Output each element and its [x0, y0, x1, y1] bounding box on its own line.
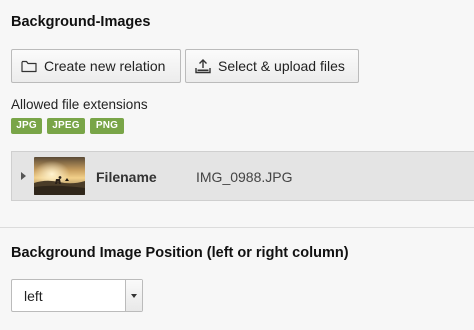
position-select[interactable]: left — [11, 279, 143, 312]
chevron-down-icon — [131, 293, 137, 298]
extension-badge-png: PNG — [90, 118, 124, 134]
image-position-section: Background Image Position (left or right… — [0, 228, 474, 330]
section-title: Background-Images — [11, 14, 151, 30]
position-select-toggle[interactable] — [125, 280, 142, 311]
file-thumbnail[interactable] — [34, 157, 85, 195]
position-section-title: Background Image Position (left or right… — [11, 245, 349, 261]
folder-icon — [20, 58, 38, 74]
filename-value: IMG_0988.JPG — [196, 169, 293, 185]
create-new-relation-button[interactable]: Create new relation — [11, 49, 181, 83]
background-images-section: Background-Images Create new relation Se… — [0, 0, 474, 228]
allowed-extensions-label: Allowed file extensions — [11, 97, 148, 112]
extension-badge-jpg: JPG — [11, 118, 42, 134]
extension-badges: JPG JPEG PNG — [11, 118, 124, 134]
extension-badge-jpeg: JPEG — [47, 118, 85, 134]
position-select-value: left — [24, 288, 43, 304]
caret-right-icon[interactable] — [21, 172, 26, 180]
create-new-relation-label: Create new relation — [44, 58, 166, 74]
select-upload-files-button[interactable]: Select & upload files — [185, 49, 359, 83]
select-upload-files-label: Select & upload files — [218, 58, 345, 74]
file-reference-row[interactable]: Filename IMG_0988.JPG — [11, 151, 474, 201]
filename-field-label: Filename — [96, 169, 157, 185]
upload-icon — [194, 58, 212, 74]
